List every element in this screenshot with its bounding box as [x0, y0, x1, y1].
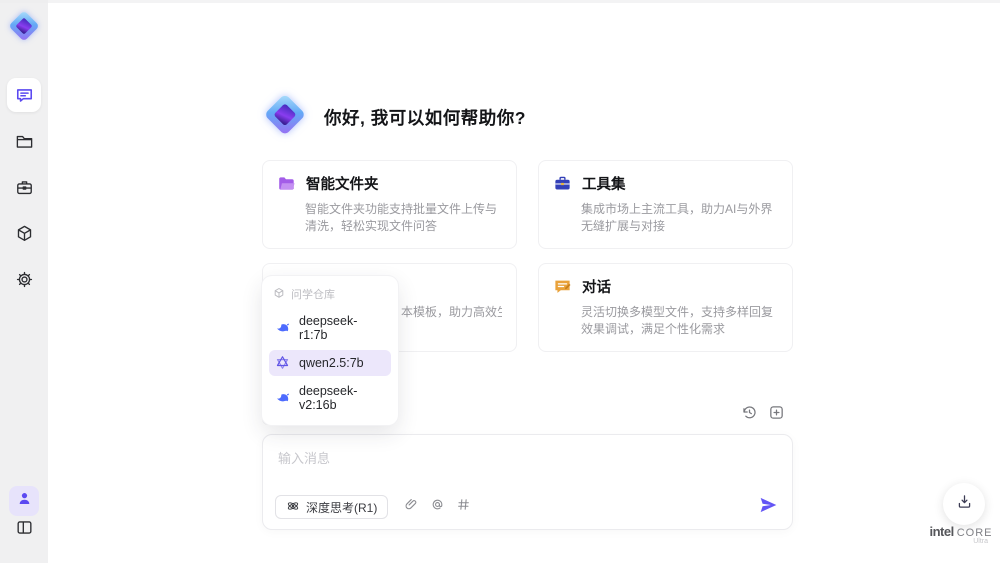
history-icon [741, 404, 758, 426]
sidebar-item-models[interactable] [7, 216, 41, 250]
card-desc: 集成市场上主流工具，助力AI与外界无缝扩展与对接 [581, 202, 773, 234]
model-option-label: deepseek-r1:7b [299, 314, 358, 342]
new-chat-button[interactable] [768, 404, 785, 426]
mention-button[interactable] [430, 497, 445, 517]
cube-icon [15, 224, 34, 243]
card-title: 对话 [582, 279, 611, 296]
sidebar-item-settings[interactable] [7, 262, 41, 296]
model-option-label: qwen2.5:7b [299, 356, 364, 370]
card-desc: 灵活切换多模型文件，支持多样回复效果调试，满足个性化需求 [581, 304, 774, 337]
deep-think-label: 深度思考(R1) [306, 500, 378, 515]
intel-core-logo: intel CORE Ultra [929, 524, 993, 545]
card-dialog[interactable]: 对话 灵活切换多模型文件，支持多样回复效果调试，满足个性化需求 [538, 262, 793, 352]
card-toolbox[interactable]: 工具集 集成市场上主流工具，助力AI与外界无缝扩展与对接 [538, 160, 793, 249]
model-dropdown: 问学仓库 deepseek-r1:7b qwen2.5:7b deepseek-… [262, 276, 398, 425]
sidebar [0, 0, 48, 563]
message-input[interactable]: 输入消息 [278, 448, 330, 467]
hash-icon [456, 497, 471, 517]
app-logo [7, 10, 41, 44]
smart-folder-icon [277, 174, 296, 193]
deepseek-icon [275, 320, 291, 336]
download-icon [956, 493, 973, 515]
sidebar-item-folders[interactable] [7, 124, 41, 158]
toolbox-icon [553, 174, 572, 193]
briefcase-icon [15, 178, 34, 197]
send-icon [758, 495, 778, 520]
top-divider [0, 0, 1000, 3]
user-icon [16, 490, 33, 512]
sidebar-item-chat[interactable] [7, 78, 41, 112]
card-desc: 智能文件夹功能支持批量文件上传与清洗，轻松实现文件问答 [305, 202, 498, 234]
chat-icon [15, 86, 34, 105]
folder-icon [15, 132, 34, 151]
model-option-deepseek-r1[interactable]: deepseek-r1:7b [269, 309, 391, 347]
dialog-icon [553, 277, 572, 296]
history-button[interactable] [741, 404, 758, 426]
model-dropdown-header: 问学仓库 [269, 283, 391, 309]
hash-button[interactable] [456, 497, 471, 517]
card-smart-folder[interactable]: 智能文件夹 智能文件夹功能支持批量文件上传与清洗，轻松实现文件问答 [262, 160, 517, 249]
model-option-deepseek-v2[interactable]: deepseek-v2:16b [269, 379, 391, 417]
card-title: 智能文件夹 [306, 177, 379, 193]
atom-icon [286, 499, 300, 516]
qwen-icon [275, 355, 291, 371]
repo-icon [273, 287, 285, 302]
card-title: 工具集 [582, 177, 626, 193]
gear-icon [15, 270, 34, 289]
greeting-logo [262, 93, 308, 139]
panel-toggle-icon [15, 518, 34, 542]
new-chat-icon [768, 404, 785, 426]
greeting-title: 你好, 我可以如何帮助你? [324, 107, 526, 128]
composer: 输入消息 深度思考(R1) [262, 434, 793, 530]
at-icon [430, 497, 445, 517]
attach-button[interactable] [404, 497, 419, 517]
sidebar-item-account[interactable] [9, 486, 39, 516]
sidebar-item-toolbox[interactable] [7, 170, 41, 204]
download-button[interactable] [943, 483, 985, 525]
model-option-label: deepseek-v2:16b [299, 384, 358, 412]
sidebar-item-panel[interactable] [12, 518, 36, 542]
send-button[interactable] [758, 495, 778, 520]
model-option-qwen[interactable]: qwen2.5:7b [269, 350, 391, 376]
deep-think-toggle[interactable]: 深度思考(R1) [275, 495, 389, 519]
paperclip-icon [404, 497, 419, 517]
deepseek-icon [275, 390, 291, 406]
